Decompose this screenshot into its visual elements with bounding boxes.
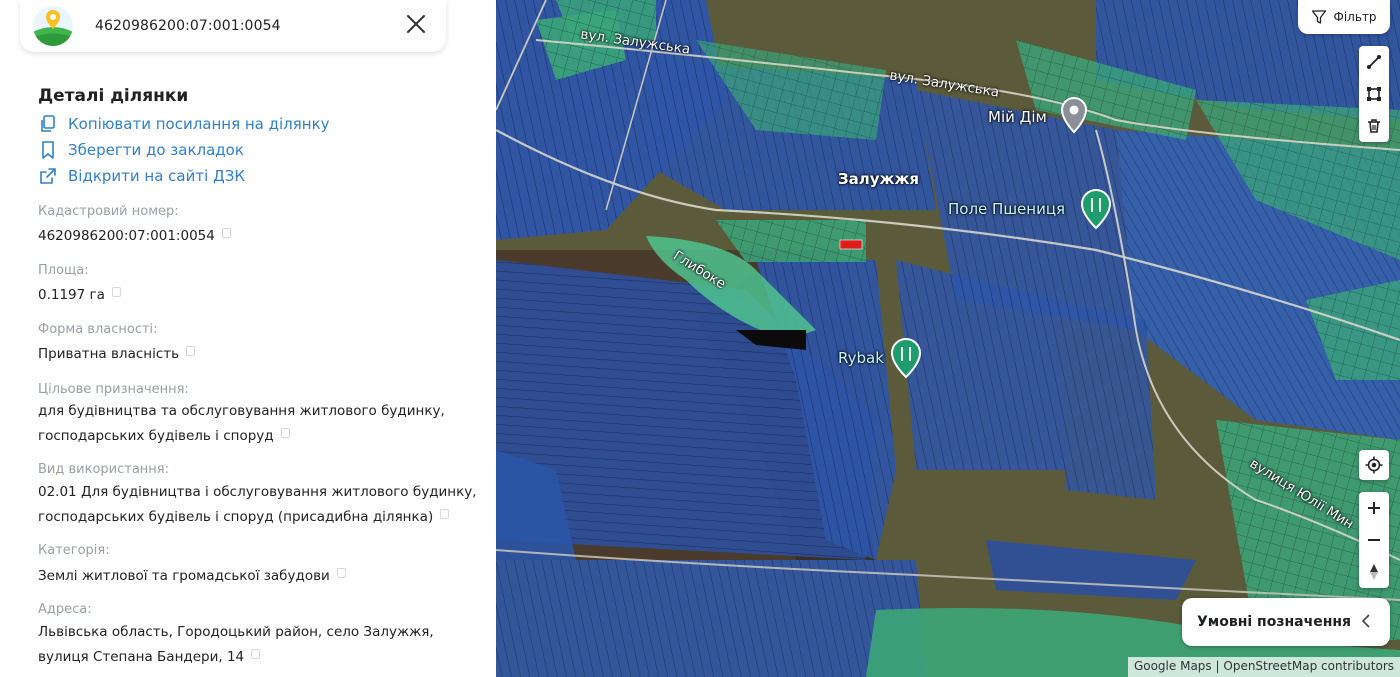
trash-icon: [1368, 119, 1380, 133]
copy-icon[interactable]: [280, 428, 290, 438]
field-value-usage: 02.01 Для будівництва і обслуговування ж…: [38, 484, 477, 525]
field-value-ownership: Приватна власність: [38, 342, 478, 367]
poi-label-home[interactable]: Мій Дім: [988, 108, 1047, 126]
copy-link-icon: [41, 115, 55, 132]
plus-icon: [1368, 502, 1380, 514]
copy-icon[interactable]: [111, 287, 121, 297]
copy-link-label[interactable]: Копіювати посилання на ділянку: [68, 115, 330, 133]
zoom-controls: [1359, 492, 1389, 588]
field-value-area: 0.1197 га: [38, 283, 478, 308]
map-view[interactable]: вул. Залужська вул. Залужська Залужжя Мі…: [496, 0, 1400, 677]
copy-icon[interactable]: [221, 228, 231, 238]
field-value-cadastral: 4620986200:07:001:0054: [38, 224, 478, 249]
field-label-cadastral: Кадастровий номер:: [38, 204, 179, 219]
app-logo: [33, 6, 73, 46]
external-link-icon: [40, 168, 56, 184]
draw-line-button[interactable]: [1359, 46, 1389, 78]
poi-label-rybak[interactable]: Rybak: [838, 349, 884, 367]
field-value-address: Львівська область, Городоцький район, се…: [38, 624, 434, 665]
details-title: Деталі ділянки: [38, 86, 189, 106]
attribution-osm-link[interactable]: OpenStreetMap contributors: [1223, 659, 1394, 673]
details-panel: 4620986200:07:001:0054 Деталі ділянки Ко…: [0, 0, 496, 677]
draw-line-icon: [1367, 55, 1381, 69]
field-label-address: Адреса:: [38, 602, 92, 617]
locate-icon: [1365, 456, 1383, 474]
poi-label-field[interactable]: Поле Пшениця: [948, 200, 1065, 218]
copy-icon[interactable]: [440, 509, 450, 519]
zoom-in-button[interactable]: [1359, 492, 1389, 524]
copy-link-action[interactable]: Копіювати посилання на ділянку: [38, 114, 330, 134]
draw-polygon-button[interactable]: [1359, 78, 1389, 110]
bookmark-label[interactable]: Зберегти до закладок: [68, 141, 244, 159]
reset-bearing-button[interactable]: [1359, 556, 1389, 588]
field-label-purpose: Цільове призначення:: [38, 382, 189, 397]
close-icon[interactable]: [404, 12, 428, 36]
field-label-category: Категорія:: [38, 543, 110, 558]
draw-toolbar: [1359, 46, 1389, 142]
attribution-separator: |: [1215, 659, 1220, 673]
copy-icon[interactable]: [336, 568, 346, 578]
chevron-left-icon: [1361, 614, 1370, 628]
map-attribution: Google Maps | OpenStreetMap contributors: [1127, 657, 1400, 677]
minus-icon: [1368, 539, 1380, 541]
copy-icon[interactable]: [251, 649, 261, 659]
my-location-button[interactable]: [1359, 450, 1389, 480]
draw-polygon-icon: [1367, 87, 1381, 101]
filter-button[interactable]: Фільтр: [1298, 0, 1390, 34]
selected-plot[interactable]: [839, 239, 863, 250]
delete-drawing-button[interactable]: [1359, 110, 1389, 142]
attribution-google-link[interactable]: Google Maps: [1134, 659, 1212, 673]
bookmark-action[interactable]: Зберегти до закладок: [38, 140, 244, 160]
filter-label[interactable]: Фільтр: [1333, 10, 1376, 24]
field-label-ownership: Форма власності:: [38, 322, 158, 337]
field-label-area: Площа:: [38, 263, 89, 278]
field-label-usage: Вид використання:: [38, 462, 169, 477]
copy-icon[interactable]: [186, 346, 196, 356]
compass-icon: [1370, 564, 1378, 580]
search-bar[interactable]: 4620986200:07:001:0054: [20, 0, 446, 52]
filter-icon: [1312, 10, 1327, 24]
app-root: 4620986200:07:001:0054 Деталі ділянки Ко…: [0, 0, 1400, 677]
legend-label[interactable]: Умовні позначення: [1197, 614, 1351, 630]
zoom-out-button[interactable]: [1359, 524, 1389, 556]
map-canvas[interactable]: [496, 0, 1400, 677]
field-value-purpose: для будівництва та обслуговування житлов…: [38, 403, 445, 444]
open-dzk-label[interactable]: Відкрити на сайті ДЗК: [68, 167, 245, 185]
village-label: Залужжя: [838, 170, 920, 188]
search-value[interactable]: 4620986200:07:001:0054: [95, 18, 281, 34]
open-dzk-action[interactable]: Відкрити на сайті ДЗК: [38, 166, 245, 186]
bookmark-icon: [42, 141, 54, 159]
field-value-category: Землі житлової та громадської забудови: [38, 564, 478, 589]
legend-button[interactable]: Умовні позначення: [1182, 598, 1390, 646]
